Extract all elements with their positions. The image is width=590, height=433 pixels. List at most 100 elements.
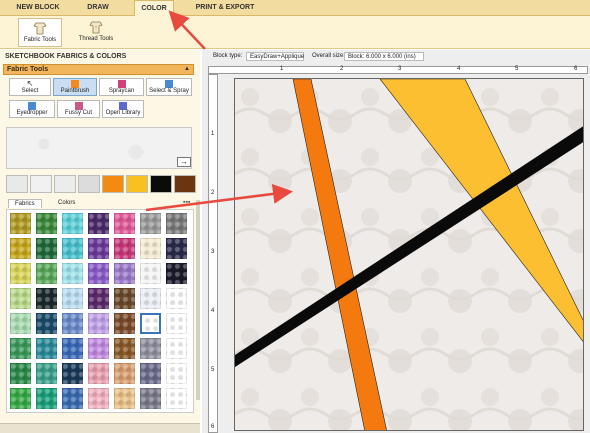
- fabric-swatch[interactable]: [166, 363, 187, 384]
- fabric-swatch[interactable]: [36, 338, 57, 359]
- fabric-swatch[interactable]: [114, 313, 135, 334]
- fabric-swatch[interactable]: [88, 288, 109, 309]
- fabric-swatch[interactable]: [140, 338, 161, 359]
- more-options-icon[interactable]: ▪▪▪: [183, 199, 190, 206]
- fabric-swatch[interactable]: [166, 213, 187, 234]
- thread-tools-button[interactable]: Thread Tools: [74, 18, 118, 47]
- fabric-swatch[interactable]: [62, 213, 83, 234]
- collapse-icon[interactable]: ▲: [184, 65, 190, 74]
- spraycan-tool-button[interactable]: Spraycan: [99, 78, 144, 96]
- fabric-tools-header-label: Fabric Tools: [7, 66, 49, 73]
- fabric-swatch[interactable]: [140, 263, 161, 284]
- block-canvas[interactable]: [234, 78, 584, 431]
- panel-title: SKETCHBOOK FABRICS & COLORS: [5, 53, 127, 60]
- fussy-cut-tool-button[interactable]: Fussy Cut: [57, 100, 100, 118]
- panel-scrollbar[interactable]: [196, 200, 200, 400]
- open-library-label: Open Library: [105, 110, 141, 116]
- fabric-swatch[interactable]: [62, 338, 83, 359]
- ruler-v-mark: 3: [211, 249, 215, 255]
- library-icon: [119, 102, 127, 110]
- fabric-swatch[interactable]: [140, 388, 161, 409]
- fabric-swatch[interactable]: [114, 213, 135, 234]
- fabric-swatch[interactable]: [88, 363, 109, 384]
- fabric-swatch[interactable]: [62, 363, 83, 384]
- fabric-swatch[interactable]: [62, 388, 83, 409]
- fabric-swatch[interactable]: [166, 313, 187, 334]
- fabric-swatch[interactable]: [140, 288, 161, 309]
- fabric-swatch[interactable]: [36, 288, 57, 309]
- select-tool-button[interactable]: ↖ Select: [9, 78, 51, 96]
- recent-swatch[interactable]: [174, 175, 196, 193]
- tab-draw[interactable]: DRAW: [78, 0, 118, 16]
- recent-swatch[interactable]: [6, 175, 28, 193]
- paintbrush-tool-label: Paintbrush: [60, 88, 90, 94]
- fabric-swatch[interactable]: [140, 363, 161, 384]
- fabric-swatch[interactable]: [88, 238, 109, 259]
- eyedropper-tool-button[interactable]: Eyedropper: [9, 100, 55, 118]
- recent-swatch[interactable]: [126, 175, 148, 193]
- fabric-swatch[interactable]: [140, 313, 161, 334]
- recent-swatch[interactable]: [54, 175, 76, 193]
- fabric-swatch[interactable]: [36, 238, 57, 259]
- fabric-swatch[interactable]: [166, 388, 187, 409]
- open-library-button[interactable]: Open Library: [102, 100, 144, 118]
- fabric-swatch[interactable]: [114, 388, 135, 409]
- fabric-swatch[interactable]: [36, 388, 57, 409]
- recent-swatch[interactable]: [30, 175, 52, 193]
- fabric-swatch[interactable]: [10, 213, 31, 234]
- fussy-cut-icon: [74, 102, 83, 110]
- main-tab-bar: NEW BLOCK DRAW COLOR PRINT & EXPORT: [0, 0, 590, 16]
- fabric-tools-label: Fabric Tools: [23, 37, 57, 43]
- recent-swatch[interactable]: [150, 175, 172, 193]
- ruler-v-mark: 2: [211, 190, 215, 196]
- fabric-swatch[interactable]: [166, 238, 187, 259]
- fabric-swatch[interactable]: [10, 288, 31, 309]
- recent-swatch[interactable]: [102, 175, 124, 193]
- tab-fabrics[interactable]: Fabrics: [8, 199, 42, 208]
- fabric-swatch[interactable]: [62, 263, 83, 284]
- fabric-swatch[interactable]: [10, 338, 31, 359]
- app-window: NEW BLOCK DRAW COLOR PRINT & EXPORT Fabr…: [0, 0, 590, 433]
- tab-colors[interactable]: Colors: [52, 199, 81, 208]
- fabric-swatch[interactable]: [88, 263, 109, 284]
- paintbrush-icon: [71, 80, 79, 88]
- fabric-swatch[interactable]: [114, 363, 135, 384]
- fabric-swatch[interactable]: [10, 388, 31, 409]
- fabric-swatch[interactable]: [166, 288, 187, 309]
- fabric-swatch[interactable]: [62, 288, 83, 309]
- fabric-preview: [6, 127, 192, 169]
- fabric-swatch[interactable]: [88, 388, 109, 409]
- fabric-swatch[interactable]: [36, 213, 57, 234]
- fabric-swatch[interactable]: [114, 288, 135, 309]
- tab-color[interactable]: COLOR: [134, 0, 174, 16]
- fabric-swatch[interactable]: [166, 263, 187, 284]
- fabric-swatch[interactable]: [36, 313, 57, 334]
- fabric-swatch[interactable]: [114, 338, 135, 359]
- fabric-swatch[interactable]: [10, 363, 31, 384]
- arrow-right-icon[interactable]: →: [177, 157, 191, 167]
- ruler-h-mark: 1: [280, 66, 284, 72]
- select-spray-tool-button[interactable]: Select & Spray: [146, 78, 192, 96]
- fabric-swatch[interactable]: [10, 238, 31, 259]
- fabric-swatch[interactable]: [88, 313, 109, 334]
- fabric-swatch[interactable]: [62, 238, 83, 259]
- fussy-cut-tool-label: Fussy Cut: [64, 110, 92, 116]
- fabric-swatch[interactable]: [88, 338, 109, 359]
- tab-print-export[interactable]: PRINT & EXPORT: [192, 0, 258, 16]
- fabric-swatch[interactable]: [114, 263, 135, 284]
- tab-new-block[interactable]: NEW BLOCK: [10, 0, 66, 16]
- fabric-swatch[interactable]: [10, 263, 31, 284]
- fabric-swatch[interactable]: [166, 338, 187, 359]
- cursor-icon: ↖: [26, 79, 34, 88]
- fabric-swatch[interactable]: [140, 213, 161, 234]
- fabric-swatch[interactable]: [36, 263, 57, 284]
- fabric-swatch[interactable]: [10, 313, 31, 334]
- fabric-swatch[interactable]: [62, 313, 83, 334]
- recent-swatch[interactable]: [78, 175, 100, 193]
- paintbrush-tool-button[interactable]: Paintbrush: [53, 78, 97, 96]
- fabric-swatch[interactable]: [88, 213, 109, 234]
- fabric-swatch[interactable]: [114, 238, 135, 259]
- fabric-tools-button[interactable]: Fabric Tools: [18, 18, 62, 47]
- fabric-swatch[interactable]: [140, 238, 161, 259]
- fabric-swatch[interactable]: [36, 363, 57, 384]
